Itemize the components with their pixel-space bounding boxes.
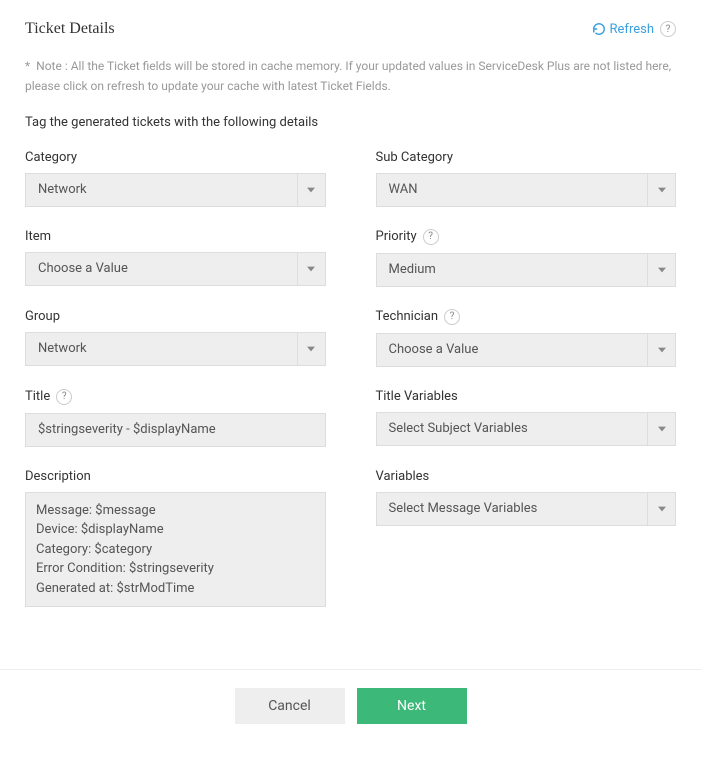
refresh-group: Refresh ?	[592, 21, 676, 37]
label-text: Category	[25, 150, 77, 165]
priority-value: Medium	[377, 262, 648, 277]
chevron-down-icon	[297, 333, 325, 365]
chevron-down-icon	[647, 174, 675, 206]
priority-field: Priority ? Medium	[376, 229, 677, 287]
help-icon[interactable]: ?	[444, 309, 460, 325]
footer: Cancel Next	[0, 669, 701, 742]
label-text: Group	[25, 309, 60, 324]
variables-label: Variables	[376, 469, 677, 484]
description-label: Description	[25, 469, 326, 484]
note-body: All the Ticket fields will be stored in …	[25, 59, 671, 93]
form-grid: Category Network Sub Category WAN Item C…	[25, 150, 676, 630]
chevron-down-icon	[647, 254, 675, 286]
variables-select[interactable]: Select Message Variables	[376, 492, 677, 526]
description-textarea[interactable]: Message: $message Device: $displayName C…	[25, 492, 326, 608]
category-select[interactable]: Network	[25, 173, 326, 207]
cancel-button[interactable]: Cancel	[235, 688, 345, 724]
technician-select[interactable]: Choose a Value	[376, 333, 677, 367]
instruction-text: Tag the generated tickets with the follo…	[25, 115, 676, 130]
variables-value: Select Message Variables	[377, 501, 648, 516]
technician-value: Choose a Value	[377, 342, 648, 357]
description-field: Description Message: $message Device: $d…	[25, 469, 326, 608]
title-variables-select[interactable]: Select Subject Variables	[376, 412, 677, 446]
next-button[interactable]: Next	[357, 688, 467, 724]
title-field: Title ?	[25, 389, 326, 447]
group-select[interactable]: Network	[25, 332, 326, 366]
help-icon[interactable]: ?	[56, 389, 72, 405]
item-value: Choose a Value	[26, 261, 297, 276]
category-label: Category	[25, 150, 326, 165]
chevron-down-icon	[647, 493, 675, 525]
group-label: Group	[25, 309, 326, 324]
item-field: Item Choose a Value	[25, 229, 326, 287]
variables-field: Variables Select Message Variables	[376, 469, 677, 608]
note-label: Note :	[36, 59, 71, 73]
chevron-down-icon	[297, 253, 325, 285]
label-text: Title	[25, 389, 50, 404]
category-field: Category Network	[25, 150, 326, 207]
title-input[interactable]	[25, 413, 326, 447]
sub-category-label: Sub Category	[376, 150, 677, 165]
sub-category-select[interactable]: WAN	[376, 173, 677, 207]
priority-label: Priority ?	[376, 229, 677, 245]
sub-category-field: Sub Category WAN	[376, 150, 677, 207]
category-value: Network	[26, 182, 297, 197]
technician-label: Technician ?	[376, 309, 677, 325]
help-icon[interactable]: ?	[423, 229, 439, 245]
chevron-down-icon	[647, 334, 675, 366]
label-text: Title Variables	[376, 389, 458, 404]
title-label: Title ?	[25, 389, 326, 405]
note-asterisk: *	[25, 59, 33, 73]
help-icon[interactable]: ?	[660, 21, 676, 37]
technician-field: Technician ? Choose a Value	[376, 309, 677, 367]
page-title: Ticket Details	[25, 20, 115, 38]
item-label: Item	[25, 229, 326, 244]
refresh-label: Refresh	[610, 22, 654, 37]
label-text: Sub Category	[376, 150, 453, 165]
title-variables-value: Select Subject Variables	[377, 421, 648, 436]
item-select[interactable]: Choose a Value	[25, 252, 326, 286]
priority-select[interactable]: Medium	[376, 253, 677, 287]
label-text: Item	[25, 229, 51, 244]
sub-category-value: WAN	[377, 182, 648, 197]
title-variables-field: Title Variables Select Subject Variables	[376, 389, 677, 447]
title-variables-label: Title Variables	[376, 389, 677, 404]
chevron-down-icon	[297, 174, 325, 206]
label-text: Priority	[376, 229, 417, 244]
label-text: Description	[25, 469, 91, 484]
chevron-down-icon	[647, 413, 675, 445]
group-field: Group Network	[25, 309, 326, 367]
label-text: Technician	[376, 309, 439, 324]
header-row: Ticket Details Refresh ?	[25, 20, 676, 38]
refresh-link[interactable]: Refresh	[592, 22, 654, 37]
refresh-icon	[592, 22, 606, 36]
group-value: Network	[26, 341, 297, 356]
note-text: * Note : All the Ticket fields will be s…	[25, 56, 676, 97]
label-text: Variables	[376, 469, 430, 484]
